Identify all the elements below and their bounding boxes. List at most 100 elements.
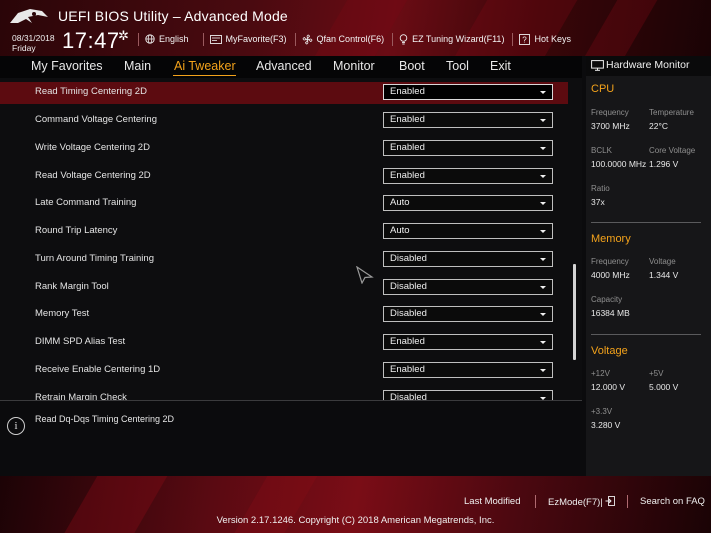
setting-label: Memory Test [35, 308, 90, 319]
dropdown-value: Disabled [390, 281, 427, 292]
setting-dropdown[interactable]: Enabled [383, 112, 553, 128]
setting-row[interactable]: DIMM SPD Alias Test Enabled [0, 332, 568, 354]
menu-bar: My Favorites Main Ai Tweaker Advanced Mo… [0, 56, 582, 78]
v33-value: 3.280 V [591, 420, 621, 430]
setting-row[interactable]: Retrain Margin Check Disabled [0, 388, 568, 400]
setting-row[interactable]: Late Command Training Auto [0, 193, 568, 215]
setting-row[interactable]: Receive Enable Centering 1D Enabled [0, 360, 568, 382]
footer-bar: Last Modified EzMode(F7)| Search on FAQ … [0, 476, 711, 533]
setting-row[interactable]: Rank Margin Tool Disabled [0, 277, 568, 299]
setting-dropdown[interactable]: Enabled [383, 140, 553, 156]
setting-row[interactable]: Read Timing Centering 2D Enabled [0, 82, 568, 104]
setting-row[interactable]: Round Trip Latency Auto [0, 221, 568, 243]
clock: 17:47 [62, 28, 120, 53]
dropdown-value: Enabled [390, 170, 425, 181]
setting-dropdown[interactable]: Disabled [383, 251, 553, 267]
tab-boot[interactable]: Boot [399, 59, 425, 73]
chevron-down-icon [540, 341, 546, 344]
setting-label: Write Voltage Centering 2D [35, 142, 150, 153]
setting-row[interactable]: Turn Around Timing Training Disabled [0, 249, 568, 271]
setting-dropdown[interactable]: Disabled [383, 279, 553, 295]
help-panel: i Read Dq-Dqs Timing Centering 2D [0, 400, 582, 476]
scrollbar-thumb[interactable] [573, 264, 576, 360]
cpu-temperature-value: 22°C [649, 121, 668, 131]
footer-divider [627, 495, 628, 508]
app-title: UEFI BIOS Utility – Advanced Mode [58, 8, 288, 24]
myfavorite-button[interactable]: MyFavorite(F3) [202, 32, 293, 46]
chevron-down-icon [540, 175, 546, 178]
svg-text:?: ? [523, 35, 528, 44]
gear-icon[interactable]: ✲ [118, 28, 129, 44]
hardware-monitor-header: Hardware Monitor [586, 56, 711, 76]
setting-row[interactable]: Memory Test Disabled [0, 304, 568, 326]
date-text: 08/31/2018 [12, 33, 55, 43]
search-faq-button[interactable]: Search on FAQ [640, 496, 705, 507]
tab-main[interactable]: Main [124, 59, 151, 73]
qfan-button[interactable]: Qfan Control(F6) [294, 32, 391, 46]
chevron-down-icon [540, 230, 546, 233]
setting-dropdown[interactable]: Enabled [383, 84, 553, 100]
rog-logo-icon [10, 9, 48, 23]
language-button[interactable]: English [138, 32, 195, 46]
ezmode-label: EzMode(F7)| [548, 497, 603, 508]
memory-voltage-label: Voltage [649, 257, 676, 266]
tab-my-favorites[interactable]: My Favorites [31, 59, 103, 73]
cpu-frequency-value: 3700 MHz [591, 121, 630, 131]
favorite-icon [209, 34, 222, 44]
setting-dropdown[interactable]: Enabled [383, 168, 553, 184]
fan-icon [302, 34, 312, 44]
dropdown-value: Enabled [390, 114, 425, 125]
setting-label: Turn Around Timing Training [35, 253, 154, 264]
myfavorite-label: MyFavorite(F3) [225, 34, 287, 44]
ez-tuning-label: EZ Tuning Wizard(F11) [412, 34, 505, 44]
setting-dropdown[interactable]: Auto [383, 223, 553, 239]
bclk-value: 100.0000 MHz [591, 159, 647, 169]
hotkeys-button[interactable]: ? Hot Keys [512, 32, 577, 46]
toolbar: English MyFavorite(F3) Qfan Control(F6) … [138, 32, 577, 46]
section-divider [591, 334, 701, 335]
voltage-section-title: Voltage [591, 345, 628, 357]
setting-dropdown[interactable]: Enabled [383, 362, 553, 378]
memory-voltage-value: 1.344 V [649, 270, 679, 280]
setting-label: Read Timing Centering 2D [35, 86, 147, 97]
chevron-down-icon [540, 119, 546, 122]
dropdown-value: Auto [390, 225, 410, 236]
setting-dropdown[interactable]: Auto [383, 195, 553, 211]
tab-monitor[interactable]: Monitor [333, 59, 375, 73]
setting-dropdown[interactable]: Disabled [383, 306, 553, 322]
bclk-label: BCLK [591, 146, 612, 155]
hotkeys-label: Hot Keys [534, 34, 571, 44]
setting-label: Read Voltage Centering 2D [35, 170, 151, 181]
language-label: English [159, 34, 189, 44]
ratio-label: Ratio [591, 184, 610, 193]
ez-tuning-button[interactable]: EZ Tuning Wizard(F11) [392, 32, 510, 46]
setting-label: Rank Margin Tool [35, 281, 109, 292]
copyright-text: Version 2.17.1246. Copyright (C) 2018 Am… [216, 515, 495, 526]
last-modified-button[interactable]: Last Modified [464, 496, 521, 507]
setting-dropdown[interactable]: Disabled [383, 390, 553, 400]
setting-dropdown[interactable]: Enabled [383, 334, 553, 350]
setting-label: Receive Enable Centering 1D [35, 364, 161, 375]
setting-row[interactable]: Write Voltage Centering 2D Enabled [0, 138, 568, 160]
capacity-label: Capacity [591, 295, 623, 304]
setting-label: Round Trip Latency [35, 225, 118, 236]
section-divider [591, 222, 701, 223]
hardware-monitor-title: Hardware Monitor [606, 59, 690, 71]
mouse-cursor-icon [356, 266, 374, 284]
tab-ai-tweaker[interactable]: Ai Tweaker [174, 59, 236, 73]
tab-exit[interactable]: Exit [490, 59, 511, 73]
v33-label: +3.3V [591, 407, 613, 416]
title-bar: UEFI BIOS Utility – Advanced Mode 08/31/… [0, 0, 711, 56]
hotkeys-icon: ? [519, 33, 531, 45]
setting-row[interactable]: Read Voltage Centering 2D Enabled [0, 166, 568, 188]
setting-row[interactable]: Command Voltage Centering Enabled [0, 110, 568, 132]
qfan-label: Qfan Control(F6) [316, 34, 385, 44]
tab-tool[interactable]: Tool [446, 59, 469, 73]
setting-label: DIMM SPD Alias Test [35, 336, 126, 347]
globe-icon [145, 34, 155, 44]
cpu-temperature-label: Temperature [649, 108, 694, 117]
ezmode-button[interactable]: EzMode(F7)| [548, 496, 616, 508]
dropdown-value: Enabled [390, 142, 425, 153]
day-text: Friday [12, 43, 36, 53]
tab-advanced[interactable]: Advanced [256, 59, 312, 73]
